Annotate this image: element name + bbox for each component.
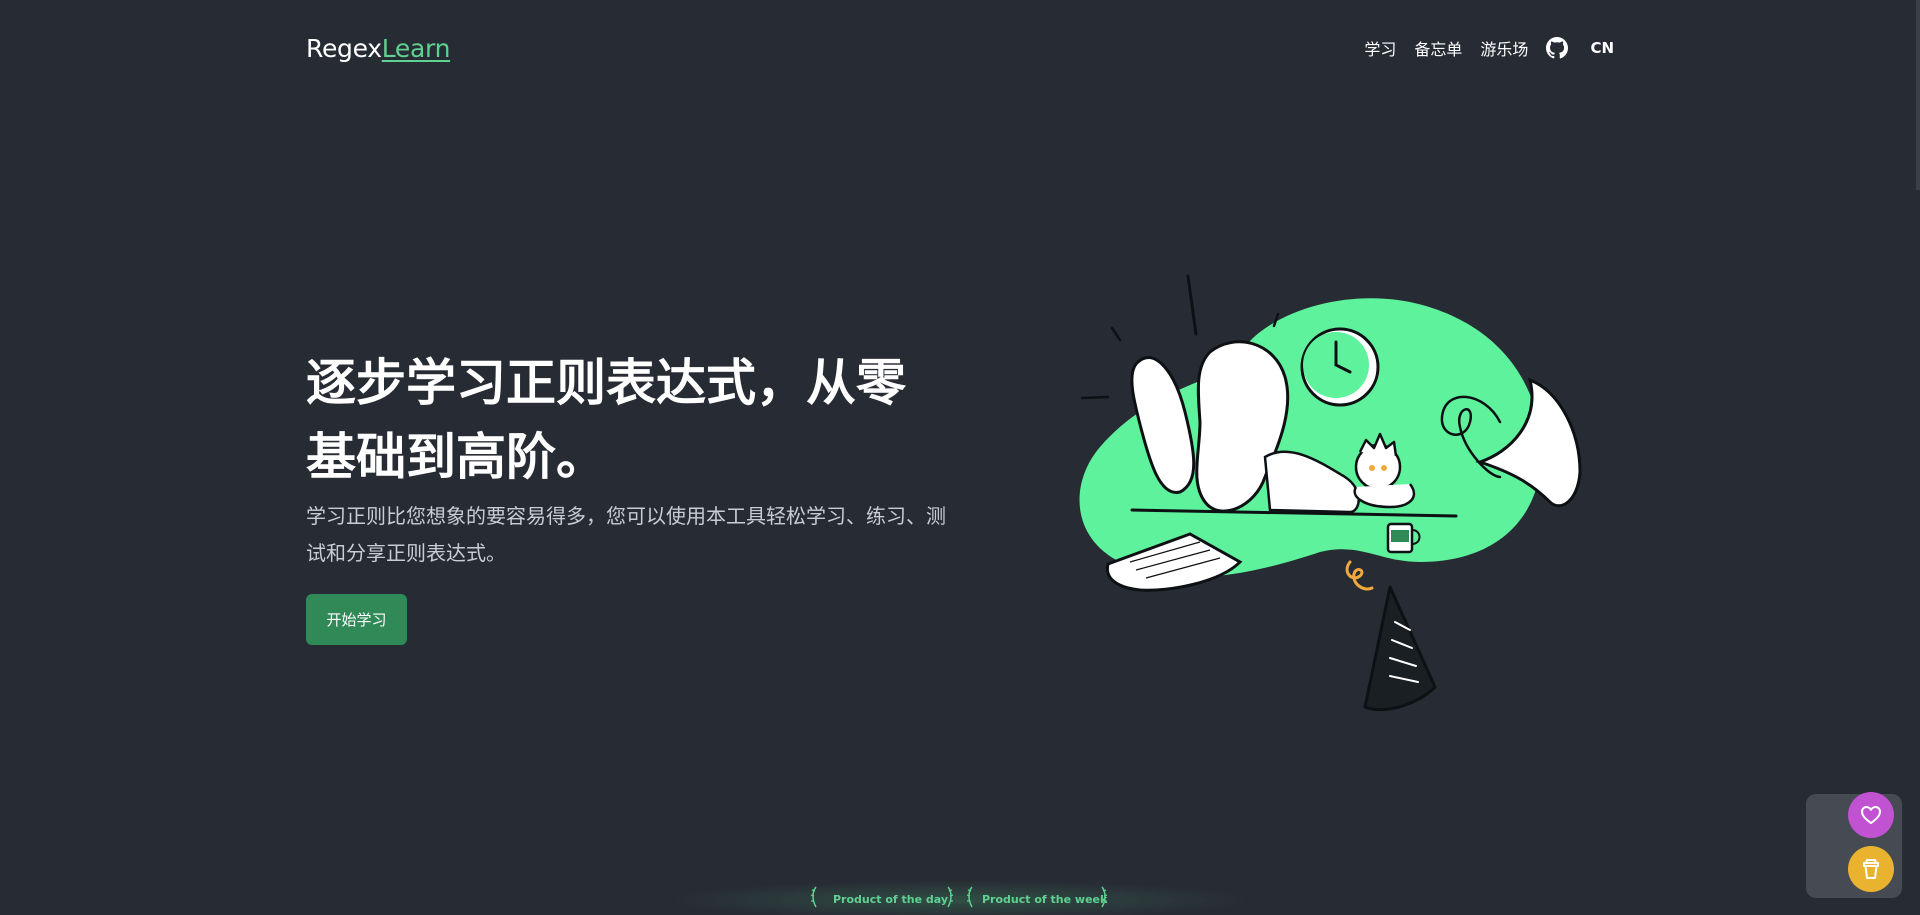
- main-nav: 学习 备忘单 游乐场 CN: [1364, 36, 1614, 60]
- page: RegexLearn 学习 备忘单 游乐场 CN 逐步学习正则表达式，从零基础到…: [0, 0, 1920, 915]
- badge-product-of-week[interactable]: Product of the week: [982, 893, 1107, 906]
- badge-product-of-day[interactable]: Product of the day: [833, 893, 948, 906]
- heart-icon[interactable]: [1848, 792, 1894, 838]
- logo-learn: Learn: [381, 33, 451, 63]
- laurel-icon: [946, 886, 954, 908]
- logo-regex: Regex: [306, 33, 382, 63]
- github-icon[interactable]: [1546, 37, 1569, 59]
- nav-playground[interactable]: 游乐场: [1480, 36, 1528, 60]
- hero-description: 学习正则比您想象的要容易得多，您可以使用本工具轻松学习、练习、测试和分享正则表达…: [306, 504, 946, 565]
- logo[interactable]: RegexLearn: [306, 34, 450, 63]
- scrollbar[interactable]: [1916, 0, 1920, 190]
- site-header: RegexLearn 学习 备忘单 游乐场 CN: [306, 28, 1614, 68]
- hero-title: 逐步学习正则表达式，从零基础到高阶。: [306, 354, 906, 486]
- nav-learn[interactable]: 学习: [1364, 36, 1396, 60]
- laurel-icon: [1100, 886, 1108, 908]
- language-switcher[interactable]: CN: [1590, 39, 1614, 57]
- laurel-icon: [810, 886, 818, 908]
- product-badges: Product of the day Product of the week: [660, 880, 1260, 915]
- laurel-icon: [966, 886, 974, 908]
- hero-illustration: [1060, 262, 1600, 722]
- nav-cheatsheet[interactable]: 备忘单: [1414, 36, 1462, 60]
- coffee-cup-icon[interactable]: [1848, 846, 1894, 892]
- start-learning-button[interactable]: 开始学习: [306, 594, 407, 645]
